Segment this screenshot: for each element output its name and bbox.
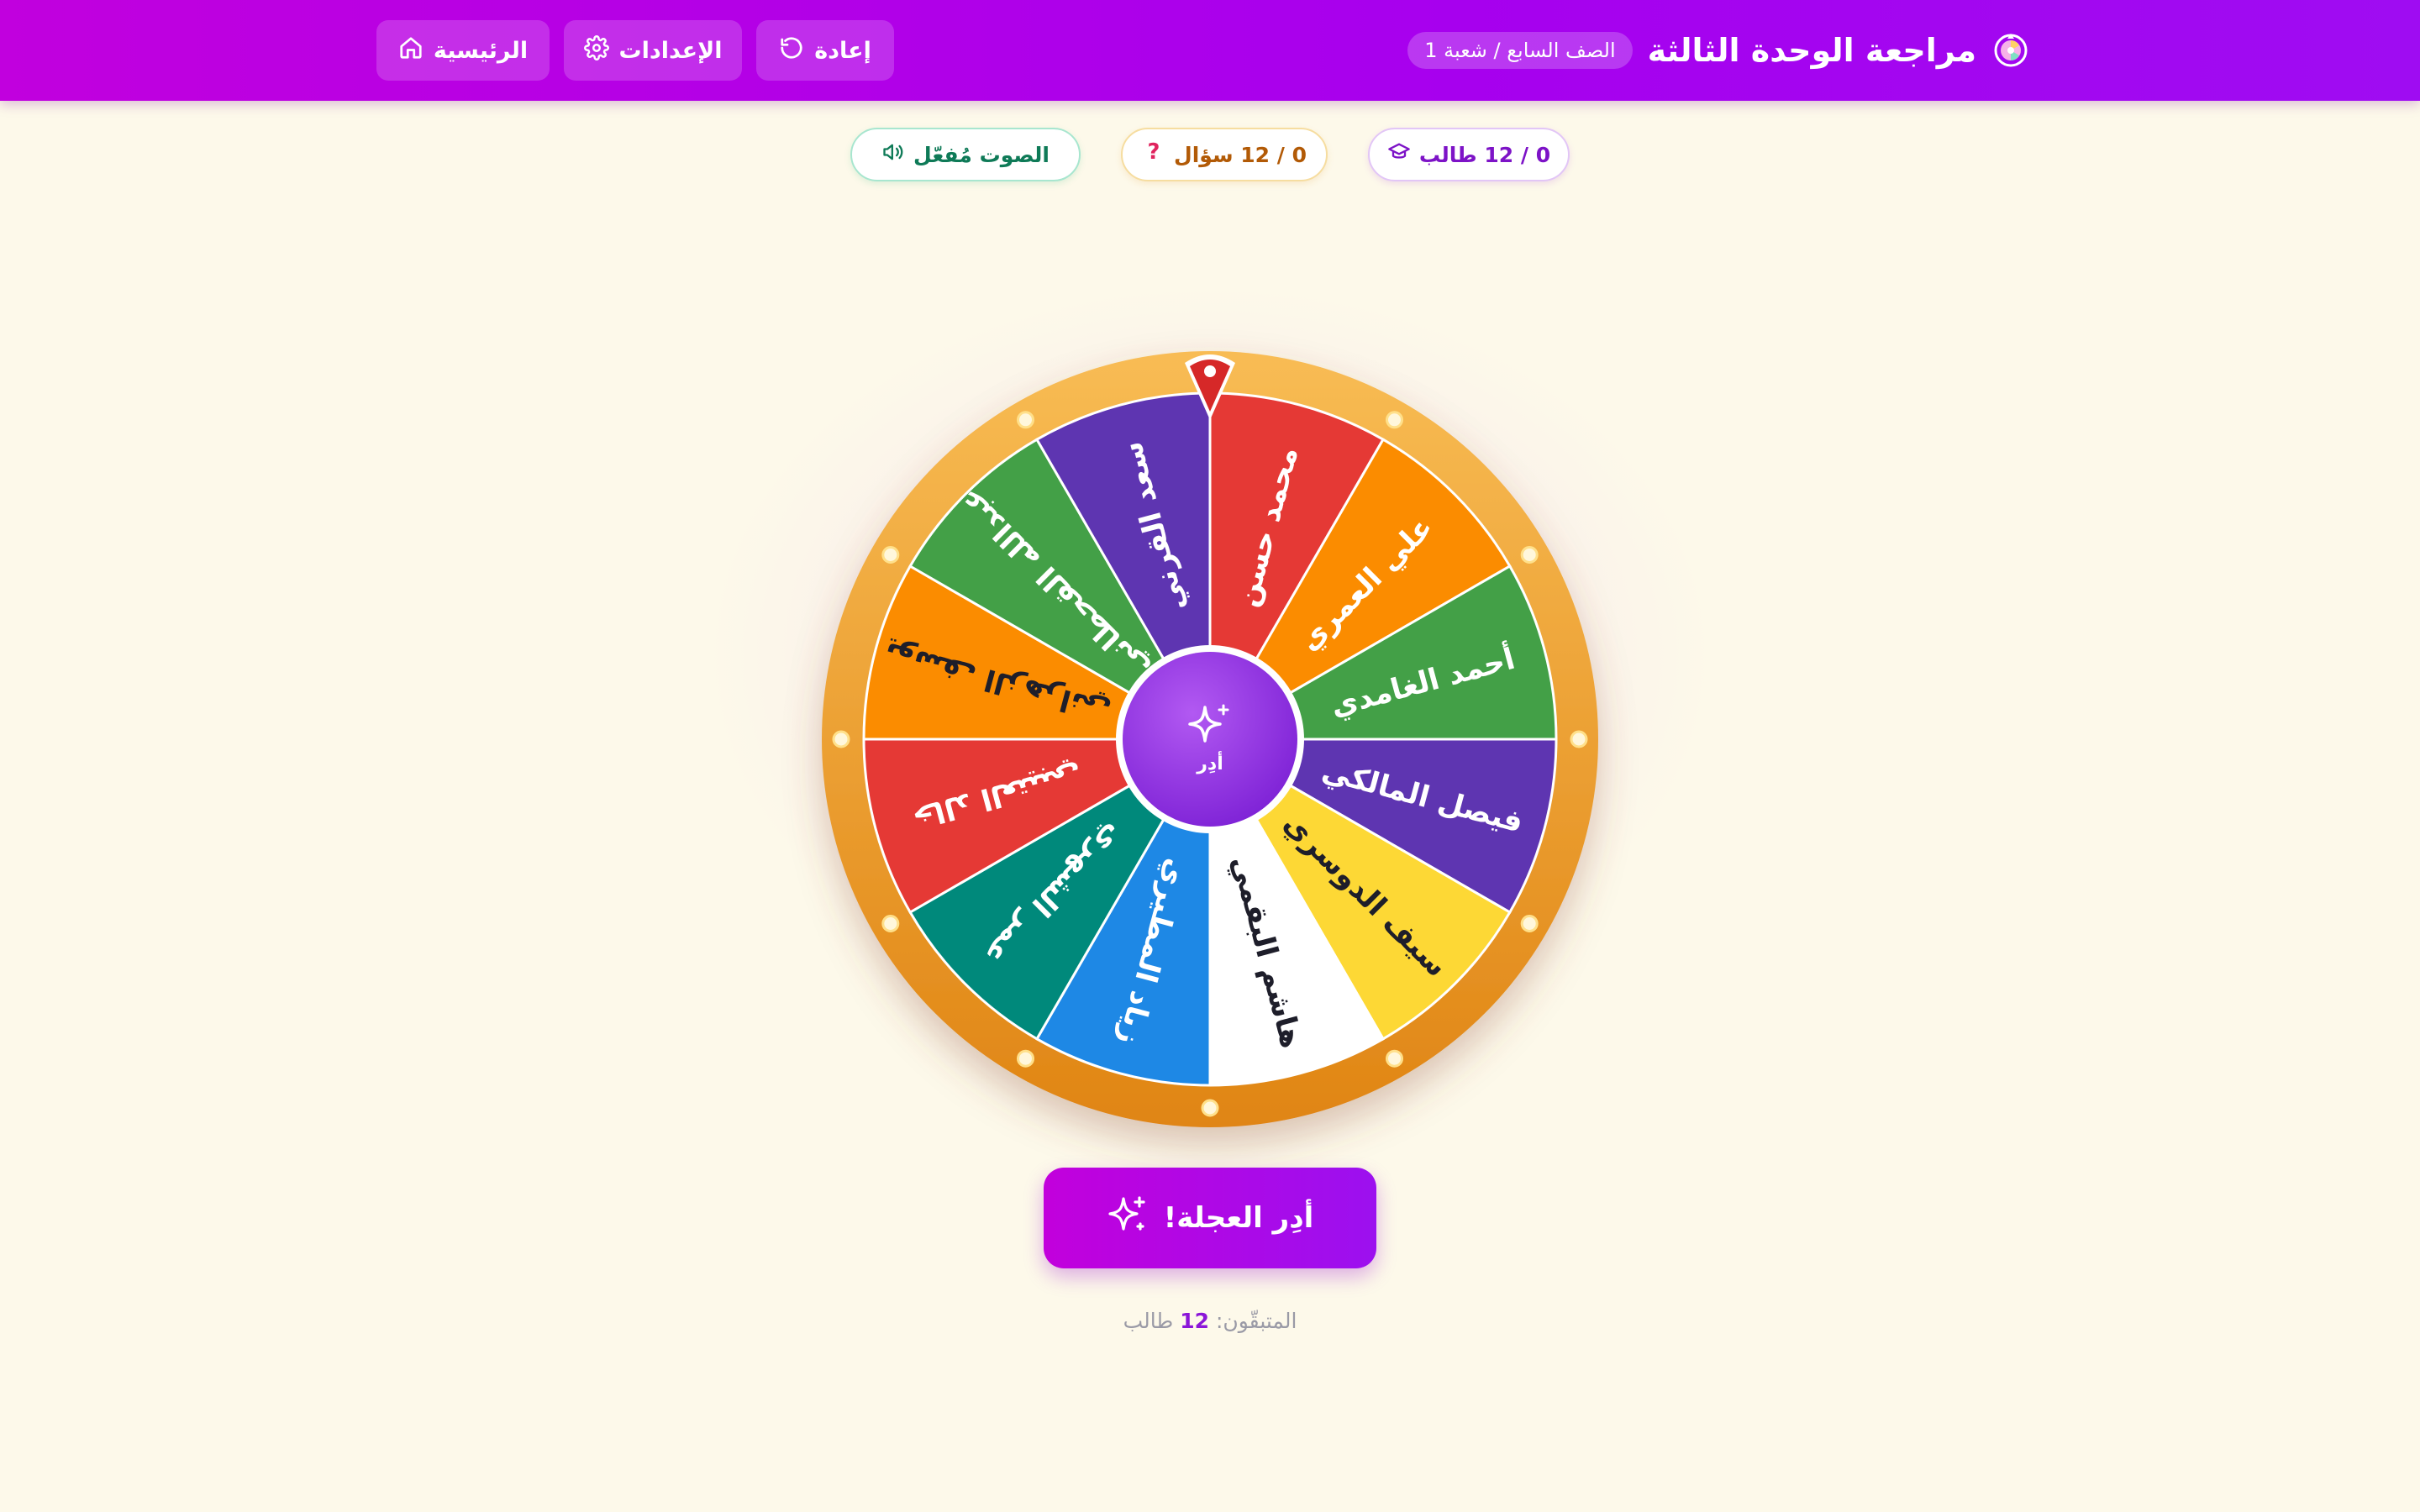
rim-bulb <box>1017 1049 1034 1068</box>
home-button[interactable]: الرئيسية <box>376 20 550 81</box>
students-count-text: 0 / 12 طالب <box>1418 142 1551 167</box>
remaining-counter: المتبقّون: 12 طالب <box>1042 1309 1378 1333</box>
wheel-graphic: محمد حسنعلي العمريأحمد الغامديفيصل المال… <box>822 351 1598 1127</box>
remaining-count: 12 <box>1180 1309 1210 1333</box>
reset-button[interactable]: إعادة <box>756 20 894 81</box>
rim-bulb <box>1570 730 1588 748</box>
rim-bulb <box>881 546 900 564</box>
rim-bulb <box>832 730 850 748</box>
settings-button[interactable]: الإعدادات <box>564 20 742 81</box>
speaker-icon <box>881 140 905 169</box>
spin-button[interactable]: أدِر العجلة! <box>1044 1168 1376 1268</box>
svg-text:?: ? <box>1148 140 1160 164</box>
rim-bulb <box>1386 1049 1403 1068</box>
rim-bulb <box>1386 411 1403 429</box>
spin-hub[interactable] <box>1123 652 1297 827</box>
students-counter: 0 / 12 طالب <box>1368 128 1570 181</box>
spin-button-label: أدِر العجلة! <box>1163 1201 1314 1235</box>
hub-label: أدِر <box>1196 750 1223 774</box>
top-bar: مراجعة الوحدة الثالثة الصف السابع / شعبة… <box>0 0 2420 101</box>
question-mark-icon: ? <box>1142 139 1165 169</box>
rim-bulb <box>1520 915 1539 932</box>
remaining-unit: طالب <box>1123 1309 1174 1333</box>
questions-counter: ? 0 / 12 سؤال <box>1121 128 1328 181</box>
rim-bulb <box>1520 546 1539 564</box>
sound-toggle[interactable]: الصوت مُفعّل <box>850 128 1081 181</box>
rim-bulb <box>1201 1099 1219 1117</box>
page-title: مراجعة الوحدة الثالثة <box>1647 32 1976 69</box>
title-group: مراجعة الوحدة الثالثة الصف السابع / شعبة… <box>1407 20 2030 81</box>
reset-label: إعادة <box>814 37 871 64</box>
sparkle-icon <box>1107 1194 1149 1243</box>
questions-count-text: 0 / 12 سؤال <box>1174 142 1307 167</box>
sound-status-text: الصوت مُفعّل <box>913 142 1050 167</box>
rim-bulb <box>1017 411 1034 429</box>
home-label: الرئيسية <box>433 37 529 64</box>
class-badge: الصف السابع / شعبة 1 <box>1407 32 1633 69</box>
remaining-label: المتبقّون: <box>1215 1309 1297 1333</box>
refresh-icon <box>779 35 804 66</box>
graduation-cap-icon <box>1387 140 1411 169</box>
rim-bulb <box>881 915 900 932</box>
wheel-logo-icon <box>1991 31 2030 70</box>
spin-wheel[interactable]: محمد حسن علي العمري أحمد الغامدي فيصل المال… <box>815 344 1605 1134</box>
settings-label: الإعدادات <box>618 37 723 64</box>
gear-icon <box>583 34 609 66</box>
home-icon <box>398 35 424 66</box>
